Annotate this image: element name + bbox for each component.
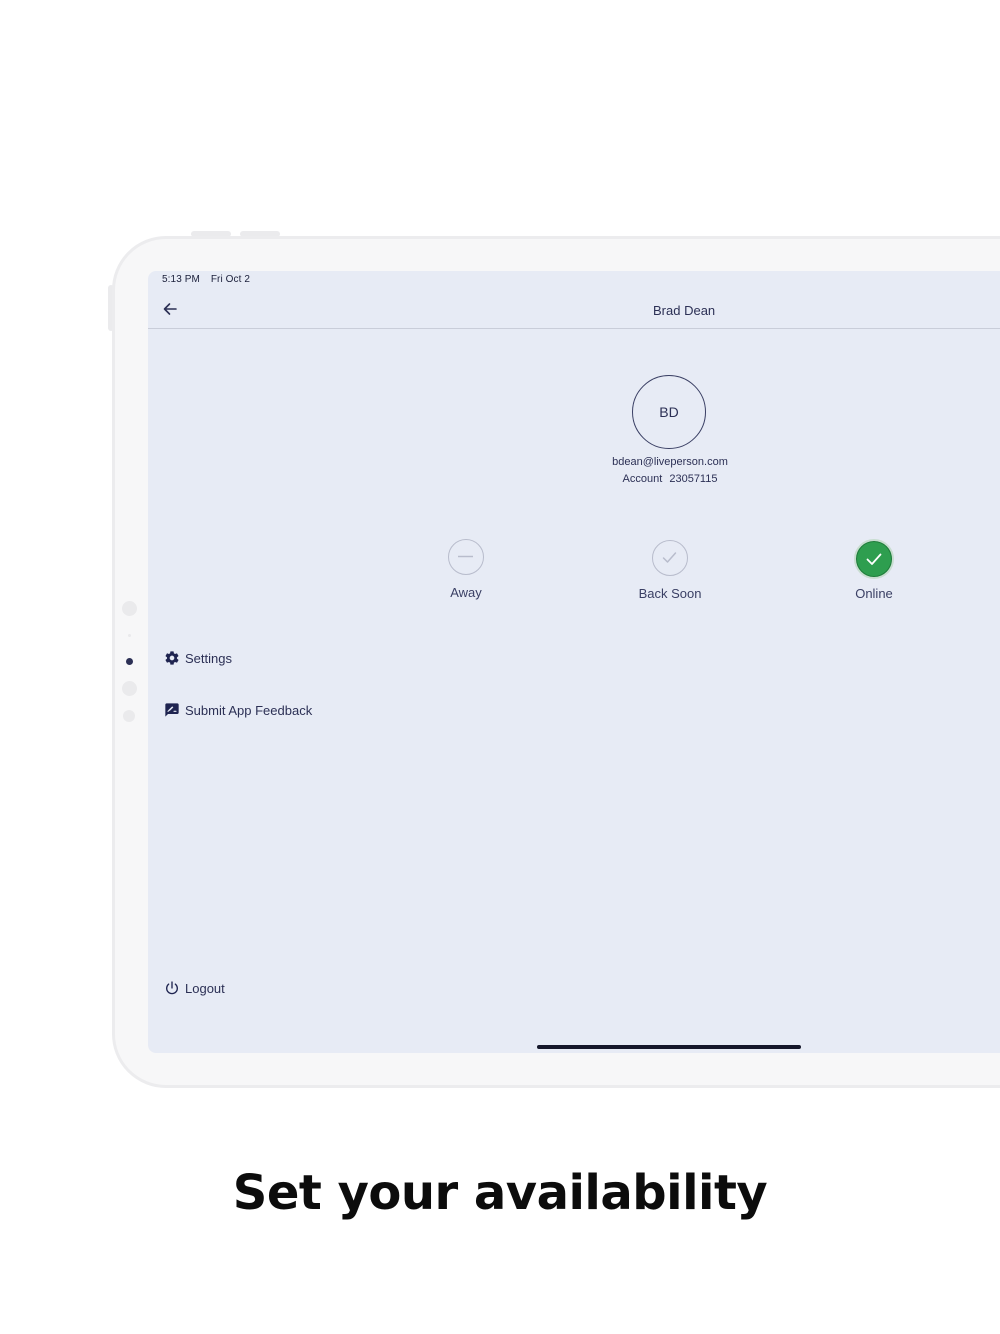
status-time: 5:13 PM: [162, 274, 200, 285]
status-label-away: Away: [450, 585, 482, 600]
status-option-online[interactable]: Online: [819, 539, 929, 601]
status-label-online: Online: [855, 586, 893, 601]
indicator-dot: [123, 710, 135, 722]
menu-label-feedback: Submit App Feedback: [185, 702, 313, 718]
status-date: Fri Oct 2: [210, 274, 251, 285]
indicator-dot: [122, 601, 137, 616]
promo-caption: Set your availability: [232, 1165, 768, 1221]
indicator-dot-active: [126, 658, 133, 665]
menu-item-logout[interactable]: Logout: [164, 980, 225, 996]
menu-label-logout: Logout: [185, 980, 225, 996]
indicator-dot: [122, 681, 137, 696]
check-circle-outline-icon: [652, 540, 688, 576]
user-email: bdean@liveperson.com: [612, 456, 728, 468]
status-option-back-soon[interactable]: Back Soon: [615, 540, 725, 601]
status-label-back-soon: Back Soon: [638, 586, 702, 601]
minus-circle-icon: [448, 539, 484, 575]
back-button[interactable]: [160, 299, 180, 319]
feedback-icon: [164, 702, 180, 718]
indicator-dot: [128, 634, 131, 637]
gear-icon: [164, 650, 180, 666]
menu-item-submit-feedback[interactable]: Submit App Feedback: [164, 702, 312, 718]
power-icon: [164, 980, 180, 996]
promo-page: 5:13 PM Fri Oct 2 Brad Dean BD bdean@liv…: [0, 0, 1000, 1334]
menu-item-settings[interactable]: Settings: [164, 650, 232, 666]
avatar: BD: [632, 375, 706, 449]
check-circle-filled-icon: [854, 539, 894, 579]
account-number: 23057115: [669, 473, 718, 485]
home-indicator[interactable]: [537, 1045, 801, 1049]
top-app-bar: Brad Dean: [148, 291, 1000, 329]
app-screen: 5:13 PM Fri Oct 2 Brad Dean BD bdean@liv…: [148, 271, 1000, 1053]
account-label: Account: [622, 473, 663, 485]
page-title: Brad Dean: [653, 303, 716, 318]
account-info: Account 23057115: [570, 473, 770, 485]
arrow-left-icon: [163, 303, 177, 315]
menu-label-settings: Settings: [185, 650, 232, 666]
avatar-initials: BD: [659, 404, 679, 420]
status-bar: 5:13 PM Fri Oct 2: [162, 274, 250, 285]
status-option-away[interactable]: Away: [411, 539, 521, 600]
